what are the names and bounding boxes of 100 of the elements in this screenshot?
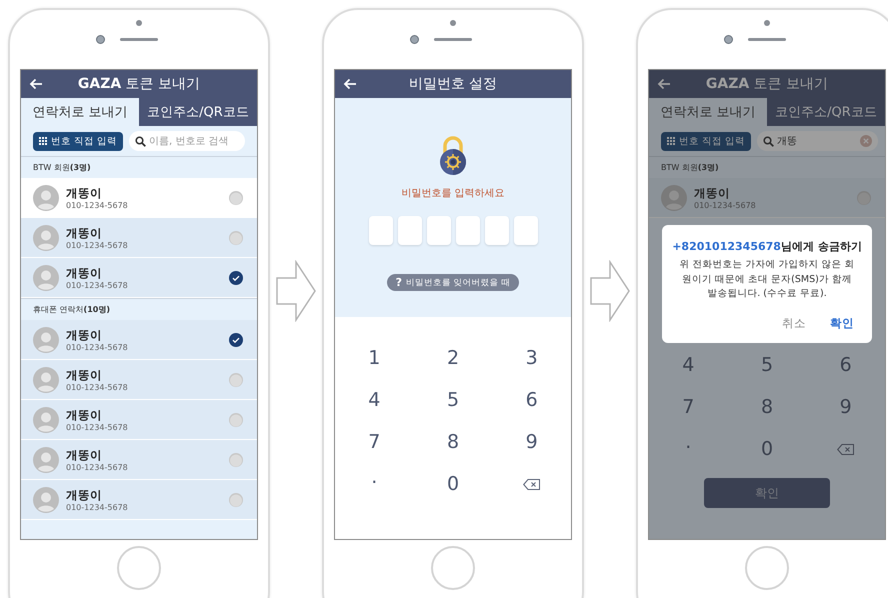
check-icon[interactable] bbox=[229, 332, 243, 346]
password-prompt: 비밀번호를 입력하세요 bbox=[401, 187, 505, 200]
camera-icon bbox=[96, 35, 105, 44]
camera-icon bbox=[410, 35, 419, 44]
sensor-dot bbox=[450, 20, 456, 26]
group-heading: BTW 회원(3명) bbox=[661, 162, 719, 173]
tab[interactable]: 코인주소/QR코드 bbox=[767, 98, 885, 126]
sensor-dot bbox=[136, 20, 142, 26]
avatar-icon bbox=[33, 486, 59, 512]
keypad-key[interactable]: 2 bbox=[414, 337, 492, 379]
contact-row[interactable]: 개똥이 010-1234-5678 bbox=[21, 400, 257, 440]
keypad-key[interactable]: 0 bbox=[414, 463, 492, 505]
avatar-icon bbox=[33, 406, 59, 432]
tab[interactable]: 코인주소/QR코드 bbox=[139, 98, 257, 126]
contact-name: 개똥이 bbox=[66, 448, 103, 462]
contact-row[interactable]: 개똥이 010-1234-5678 bbox=[21, 218, 257, 258]
screen-title: 비밀번호 설정 bbox=[408, 75, 498, 93]
sensor-dot bbox=[764, 20, 770, 26]
ok-button[interactable]: 확인 bbox=[828, 314, 856, 334]
contact-phone: 010-1234-5678 bbox=[66, 382, 129, 392]
contact-row[interactable]: 개똥이 010-1234-5678 bbox=[21, 178, 257, 218]
back-arrow-icon[interactable] bbox=[29, 78, 43, 90]
avatar-icon bbox=[33, 264, 59, 290]
grid-icon bbox=[667, 137, 675, 145]
backspace-icon bbox=[837, 444, 854, 454]
contact-name: 개똥이 bbox=[66, 488, 103, 502]
contact-phone: 010-1234-5678 bbox=[66, 200, 129, 210]
search-bar[interactable]: 이름, 번호로 검색 bbox=[129, 131, 245, 151]
avatar-icon bbox=[33, 446, 59, 472]
keypad-key[interactable]: 4 bbox=[335, 379, 414, 421]
contact-name: 개똥이 bbox=[66, 368, 103, 382]
keypad-key[interactable]: . bbox=[335, 463, 414, 505]
speaker-slot bbox=[748, 38, 786, 41]
forgot-password-button[interactable]: ? 비밀번호를 잊어버렸을 때 bbox=[386, 274, 520, 291]
avatar-icon bbox=[33, 184, 59, 210]
contact-phone: 010-1234-5678 bbox=[66, 240, 129, 250]
radio-icon[interactable] bbox=[229, 372, 243, 386]
dialog-message: 위 전화번호는 가자에 가입하지 않은 회원이기 때문에 초대 문자(SMS)가 함께 발송됩니다. (수수료 무료). bbox=[678, 258, 856, 302]
radio-icon[interactable] bbox=[857, 190, 871, 204]
back-arrow-icon[interactable] bbox=[343, 78, 357, 90]
speaker-slot bbox=[434, 38, 472, 41]
cancel-button[interactable]: 취소 bbox=[780, 314, 808, 334]
contact-name: 개똥이 bbox=[66, 266, 103, 280]
contact-phone: 010-1234-5678 bbox=[66, 502, 129, 512]
dialog-title: +8201012345678님에게 송금하기 bbox=[672, 239, 862, 254]
keypad-key[interactable]: 1 bbox=[335, 337, 414, 379]
contact-phone: 010-1234-5678 bbox=[66, 422, 129, 432]
radio-icon[interactable] bbox=[229, 190, 243, 204]
check-icon[interactable] bbox=[229, 270, 243, 284]
search-field[interactable]: 개똥 bbox=[777, 136, 858, 146]
keypad-key[interactable]: 7 bbox=[335, 421, 414, 463]
avatar-icon bbox=[33, 366, 59, 392]
contact-row[interactable]: 개똥이 010-1234-5678 bbox=[21, 360, 257, 400]
padlock-icon bbox=[438, 136, 468, 176]
screen-title: GAZA 토큰 보내기 bbox=[76, 75, 202, 93]
camera-icon bbox=[724, 35, 733, 44]
home-button[interactable] bbox=[117, 546, 161, 590]
direct-input-button[interactable]: 번호 직접 입력 bbox=[33, 132, 124, 150]
contact-phone: 010-1234-5678 bbox=[66, 280, 129, 290]
contact-row[interactable]: 개똥이 010-1234-5678 bbox=[21, 480, 257, 520]
keypad-key[interactable]: 9 bbox=[492, 421, 571, 463]
radio-icon[interactable] bbox=[229, 412, 243, 426]
screen-title: GAZA 토큰 보내기 bbox=[704, 75, 830, 93]
radio-icon[interactable] bbox=[229, 230, 243, 244]
contact-row[interactable]: 개똥이 010-1234-5678 bbox=[21, 320, 257, 360]
keypad-key[interactable]: 5 bbox=[414, 379, 492, 421]
home-button[interactable] bbox=[431, 546, 475, 590]
contact-name: 개똥이 bbox=[694, 186, 731, 200]
contact-row[interactable]: 개똥이 010-1234-5678 bbox=[21, 440, 257, 480]
search-field[interactable]: 이름, 번호로 검색 bbox=[149, 136, 239, 146]
contact-row[interactable]: 개똥이 010-1234-5678 bbox=[21, 258, 257, 298]
search-bar[interactable]: 개똥 bbox=[757, 131, 878, 151]
contact-name: 개똥이 bbox=[66, 186, 103, 200]
contact-name: 개똥이 bbox=[66, 408, 103, 422]
contact-row[interactable]: 개똥이 010-1234-5678 bbox=[649, 178, 885, 218]
backspace-icon bbox=[523, 478, 540, 490]
contact-name: 개똥이 bbox=[66, 328, 103, 342]
keypad-key[interactable]: 6 bbox=[492, 379, 571, 421]
group-heading: 휴대폰 연락처(10명) bbox=[33, 304, 110, 315]
back-arrow-icon[interactable] bbox=[657, 78, 671, 90]
search-icon bbox=[763, 136, 774, 146]
speaker-slot bbox=[120, 38, 158, 41]
contact-phone: 010-1234-5678 bbox=[66, 462, 129, 472]
contact-phone: 010-1234-5678 bbox=[66, 342, 129, 352]
avatar-icon bbox=[661, 184, 687, 210]
contact-name: 개똥이 bbox=[66, 226, 103, 240]
home-button[interactable] bbox=[745, 546, 789, 590]
avatar-icon bbox=[33, 326, 59, 352]
radio-icon[interactable] bbox=[229, 452, 243, 466]
search-icon bbox=[135, 136, 146, 146]
arrow-icon bbox=[590, 260, 630, 322]
direct-input-button[interactable]: 번호 직접 입력 bbox=[661, 132, 752, 150]
grid-icon bbox=[39, 137, 47, 145]
keypad-key[interactable]: 3 bbox=[492, 337, 571, 379]
contact-phone: 010-1234-5678 bbox=[694, 200, 757, 210]
arrow-icon bbox=[276, 260, 316, 322]
keypad-key[interactable]: 8 bbox=[414, 421, 492, 463]
clear-icon[interactable] bbox=[860, 135, 872, 147]
radio-icon[interactable] bbox=[229, 492, 243, 506]
avatar-icon bbox=[33, 224, 59, 250]
